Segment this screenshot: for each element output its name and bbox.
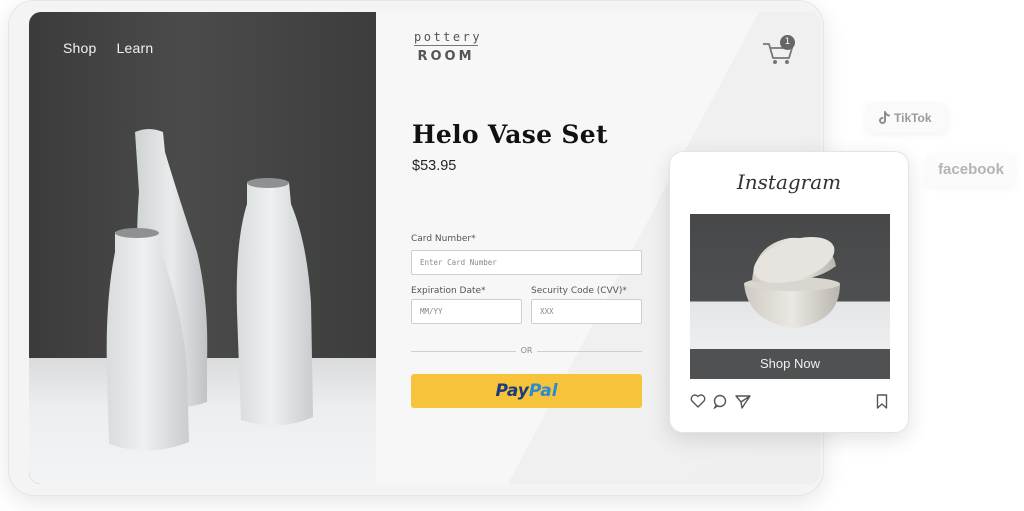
heart-icon[interactable] bbox=[690, 394, 706, 408]
or-divider: OR bbox=[411, 345, 642, 357]
expiration-field[interactable]: MM/YY bbox=[411, 299, 522, 324]
paypal-pay-text: Pay bbox=[495, 381, 529, 401]
facebook-label: facebook bbox=[938, 161, 1004, 178]
right-vase bbox=[236, 179, 313, 426]
comment-icon[interactable] bbox=[712, 394, 728, 409]
product-price: $53.95 bbox=[412, 158, 457, 174]
tiktok-icon bbox=[879, 111, 890, 124]
instagram-actions bbox=[690, 394, 890, 410]
brand-logo[interactable]: pottery ROOM bbox=[414, 30, 483, 64]
card-number-field[interactable]: Enter Card Number bbox=[411, 250, 642, 275]
cart-count-badge: 1 bbox=[780, 35, 795, 50]
top-nav: Shop Learn bbox=[63, 40, 153, 56]
cvv-label: Security Code (CVV)* bbox=[531, 286, 627, 296]
tiktok-chip[interactable]: TikTok bbox=[866, 103, 948, 133]
nav-learn-link[interactable]: Learn bbox=[117, 40, 154, 56]
product-title: Helo Vase Set bbox=[412, 120, 608, 149]
card-number-label: Card Number* bbox=[411, 234, 476, 244]
product-photo: Shop Learn bbox=[29, 12, 376, 484]
vase-set-image bbox=[106, 129, 313, 451]
brand-logo-top: pottery bbox=[414, 30, 483, 46]
bookmark-icon[interactable] bbox=[876, 394, 888, 409]
expiration-label: Expiration Date* bbox=[411, 286, 486, 296]
cvv-field[interactable]: XXX bbox=[531, 299, 642, 324]
paypal-pal-text: Pal bbox=[528, 381, 558, 401]
tiktok-label: TikTok bbox=[894, 111, 932, 125]
facebook-chip[interactable]: facebook bbox=[926, 153, 1016, 187]
instagram-post-card: Instagram Shop Now bbox=[669, 151, 909, 433]
send-icon[interactable] bbox=[735, 394, 751, 409]
brand-logo-bottom: ROOM bbox=[417, 49, 475, 64]
bowls-image bbox=[744, 236, 840, 328]
instagram-post-image bbox=[690, 214, 890, 349]
nav-shop-link[interactable]: Shop bbox=[63, 40, 97, 56]
shop-now-button[interactable]: Shop Now bbox=[690, 349, 890, 379]
paypal-button[interactable]: PayPal bbox=[411, 374, 642, 408]
instagram-logo: Instagram bbox=[736, 170, 842, 194]
